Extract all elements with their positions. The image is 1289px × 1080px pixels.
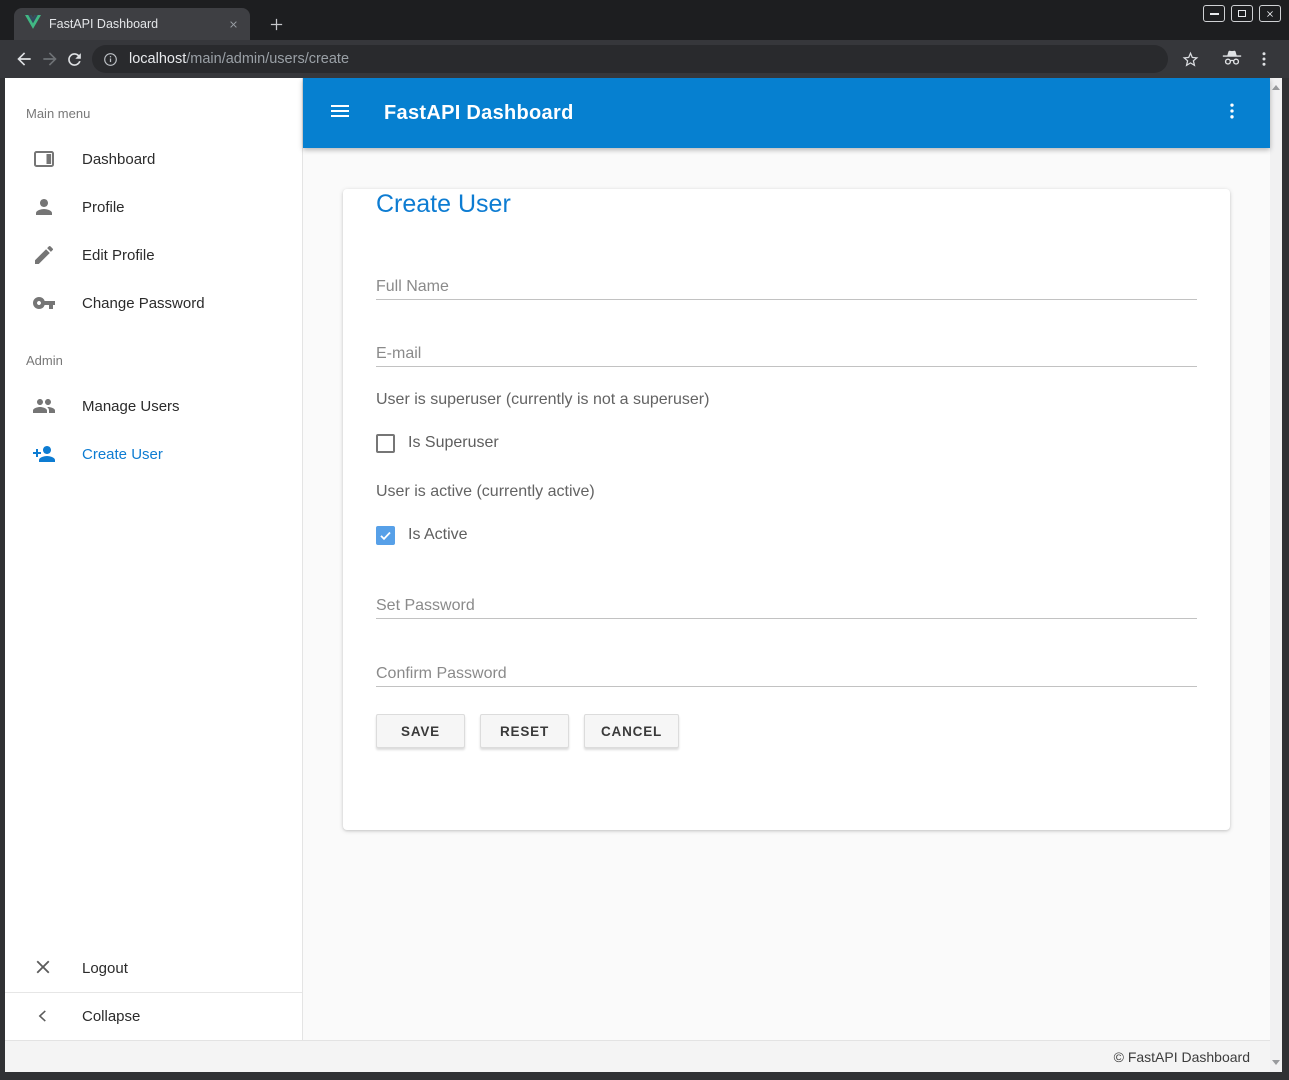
email-field[interactable] — [376, 341, 1197, 367]
full-name-field[interactable] — [376, 274, 1197, 300]
close-icon — [32, 956, 56, 980]
active-checkbox[interactable] — [376, 526, 395, 545]
active-checkbox-row[interactable]: Is Active — [376, 525, 1197, 545]
pencil-icon — [32, 243, 56, 267]
footer: © FastAPI Dashboard — [5, 1040, 1270, 1072]
close-icon — [1265, 9, 1275, 19]
dashboard-icon — [32, 147, 56, 171]
vue-favicon — [25, 15, 41, 34]
incognito-badge — [1220, 47, 1244, 71]
back-icon — [14, 49, 34, 69]
browser-tab[interactable]: FastAPI Dashboard — [14, 8, 250, 40]
sidebar-item-logout[interactable]: Logout — [5, 944, 302, 992]
sidebar-item-dashboard[interactable]: Dashboard — [5, 135, 302, 183]
browser-window: FastAPI Dashboard localhost/m — [0, 0, 1289, 1080]
info-icon[interactable] — [102, 51, 119, 68]
reload-icon — [65, 50, 84, 69]
confirm-password-field[interactable] — [376, 661, 1197, 687]
superuser-checkbox[interactable] — [376, 434, 395, 453]
kebab-icon — [1222, 101, 1242, 121]
chevron-left-icon — [32, 1005, 56, 1029]
hamburger-icon — [328, 99, 352, 123]
star-icon — [1181, 50, 1200, 69]
forward-icon — [40, 49, 60, 69]
close-window-button[interactable] — [1259, 5, 1281, 22]
sidebar-item-collapse[interactable]: Collapse — [5, 992, 302, 1040]
appbar-menu-button[interactable] — [1222, 101, 1242, 126]
person-icon — [32, 195, 56, 219]
save-button[interactable]: SAVE — [376, 714, 465, 748]
person-add-icon — [32, 442, 56, 466]
sidebar-item-change-password[interactable]: Change Password — [5, 279, 302, 327]
people-icon — [32, 394, 56, 418]
sidebar-section-main: Main menu — [5, 91, 302, 135]
tab-close-icon[interactable] — [225, 16, 241, 32]
maximize-icon — [1238, 10, 1246, 17]
browser-toolbar: localhost/main/admin/users/create — [0, 40, 1289, 78]
form-buttons: SAVE RESET CANCEL — [376, 714, 1197, 748]
key-icon — [32, 291, 56, 315]
url-text: localhost/main/admin/users/create — [129, 51, 349, 67]
sidebar-item-create-user[interactable]: Create User — [5, 430, 302, 478]
new-tab-button[interactable] — [262, 10, 290, 38]
sidebar-item-edit-profile[interactable]: Edit Profile — [5, 231, 302, 279]
minimize-button[interactable] — [1203, 5, 1225, 22]
incognito-icon — [1221, 48, 1243, 70]
tab-title: FastAPI Dashboard — [49, 17, 225, 31]
url-bar[interactable]: localhost/main/admin/users/create — [92, 45, 1168, 73]
kebab-icon — [1255, 50, 1273, 68]
tab-strip: FastAPI Dashboard — [0, 0, 1289, 40]
page-title: Create User — [376, 189, 1197, 219]
app-bar: FastAPI Dashboard — [303, 78, 1270, 148]
sidebar-section-admin: Admin — [5, 338, 302, 382]
page: Main menu Dashboard Profile Edit Profile — [5, 78, 1282, 1072]
superuser-checkbox-row[interactable]: Is Superuser — [376, 433, 1197, 453]
create-user-card: Create User User is superuser (currently… — [343, 189, 1230, 830]
browser-menu-button[interactable] — [1252, 47, 1276, 71]
window-controls — [1203, 5, 1281, 22]
active-hint: User is active (currently active) — [376, 482, 1197, 502]
active-checkbox-label: Is Active — [408, 526, 468, 544]
content-area: FastAPI Dashboard Create User User is su… — [303, 78, 1270, 1040]
back-button[interactable] — [12, 47, 36, 71]
reload-button[interactable] — [62, 47, 86, 71]
arrow-up-icon[interactable] — [1272, 85, 1280, 90]
sidebar: Main menu Dashboard Profile Edit Profile — [5, 78, 303, 1040]
main-content: Create User User is superuser (currently… — [303, 148, 1270, 1040]
check-icon — [378, 528, 393, 543]
sidebar-item-manage-users[interactable]: Manage Users — [5, 382, 302, 430]
arrow-down-icon[interactable] — [1272, 1060, 1280, 1065]
maximize-button[interactable] — [1231, 5, 1253, 22]
hamburger-menu-button[interactable] — [328, 99, 352, 128]
reset-button[interactable]: RESET — [480, 714, 569, 748]
superuser-hint: User is superuser (currently is not a su… — [376, 390, 1197, 410]
bookmark-button[interactable] — [1178, 47, 1202, 71]
appbar-title: FastAPI Dashboard — [384, 102, 574, 125]
minimize-icon — [1210, 13, 1219, 15]
sidebar-item-profile[interactable]: Profile — [5, 183, 302, 231]
cancel-button[interactable]: CANCEL — [584, 714, 679, 748]
forward-button[interactable] — [38, 47, 62, 71]
superuser-checkbox-label: Is Superuser — [408, 434, 499, 452]
copyright-text: © FastAPI Dashboard — [1114, 1049, 1250, 1065]
set-password-field[interactable] — [376, 593, 1197, 619]
page-scrollbar[interactable] — [1270, 78, 1282, 1072]
